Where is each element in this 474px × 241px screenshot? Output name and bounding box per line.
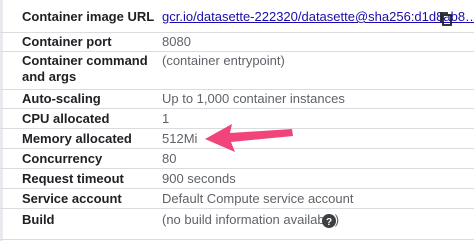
row-auto-scaling: Auto-scaling Up to 1,000 container insta… <box>0 89 474 108</box>
row-container-image-url: Container image URL gcr.io/datasette-222… <box>0 0 474 32</box>
copy-icon[interactable] <box>438 11 454 27</box>
svg-text:?: ? <box>326 217 332 228</box>
bottom-divider <box>0 239 474 240</box>
row-cpu-allocated: CPU allocated 1 <box>0 108 474 128</box>
row-service-account: Service account Default Compute service … <box>0 188 474 208</box>
row-container-port: Container port 8080 <box>0 32 474 51</box>
row-label: Container port <box>22 34 112 49</box>
row-label: Memory allocated <box>22 131 132 146</box>
row-build: Build (no build information available) ? <box>0 208 474 232</box>
row-label: Service account <box>22 191 122 206</box>
row-label: Request timeout <box>22 171 124 186</box>
row-concurrency: Concurrency 80 <box>0 148 474 168</box>
row-value: 512Mi <box>162 131 198 146</box>
row-request-timeout: Request timeout 900 seconds <box>0 168 474 188</box>
row-label: Container image URL <box>22 9 155 24</box>
help-icon[interactable]: ? <box>322 214 336 228</box>
row-value: 80 <box>162 151 177 166</box>
row-value: 900 seconds <box>162 171 236 186</box>
row-container-command: Container command and args (container en… <box>0 51 474 89</box>
row-label: CPU allocated <box>22 111 110 126</box>
row-label: Concurrency <box>22 151 103 166</box>
row-value: (no build information available) <box>162 212 340 227</box>
row-label: Build <box>22 212 55 227</box>
row-label: Container command and args <box>22 53 148 84</box>
row-value: 1 <box>162 111 170 126</box>
row-label: Auto-scaling <box>22 91 101 106</box>
row-value: 8080 <box>162 34 191 49</box>
row-value: (container entrypoint) <box>162 53 285 68</box>
row-memory-allocated: Memory allocated 512Mi <box>0 128 474 148</box>
row-value: Up to 1,000 container instances <box>162 91 345 106</box>
row-value: Default Compute service account <box>162 191 354 206</box>
container-image-link[interactable]: gcr.io/datasette-222320/datasette@sha256… <box>162 9 474 25</box>
